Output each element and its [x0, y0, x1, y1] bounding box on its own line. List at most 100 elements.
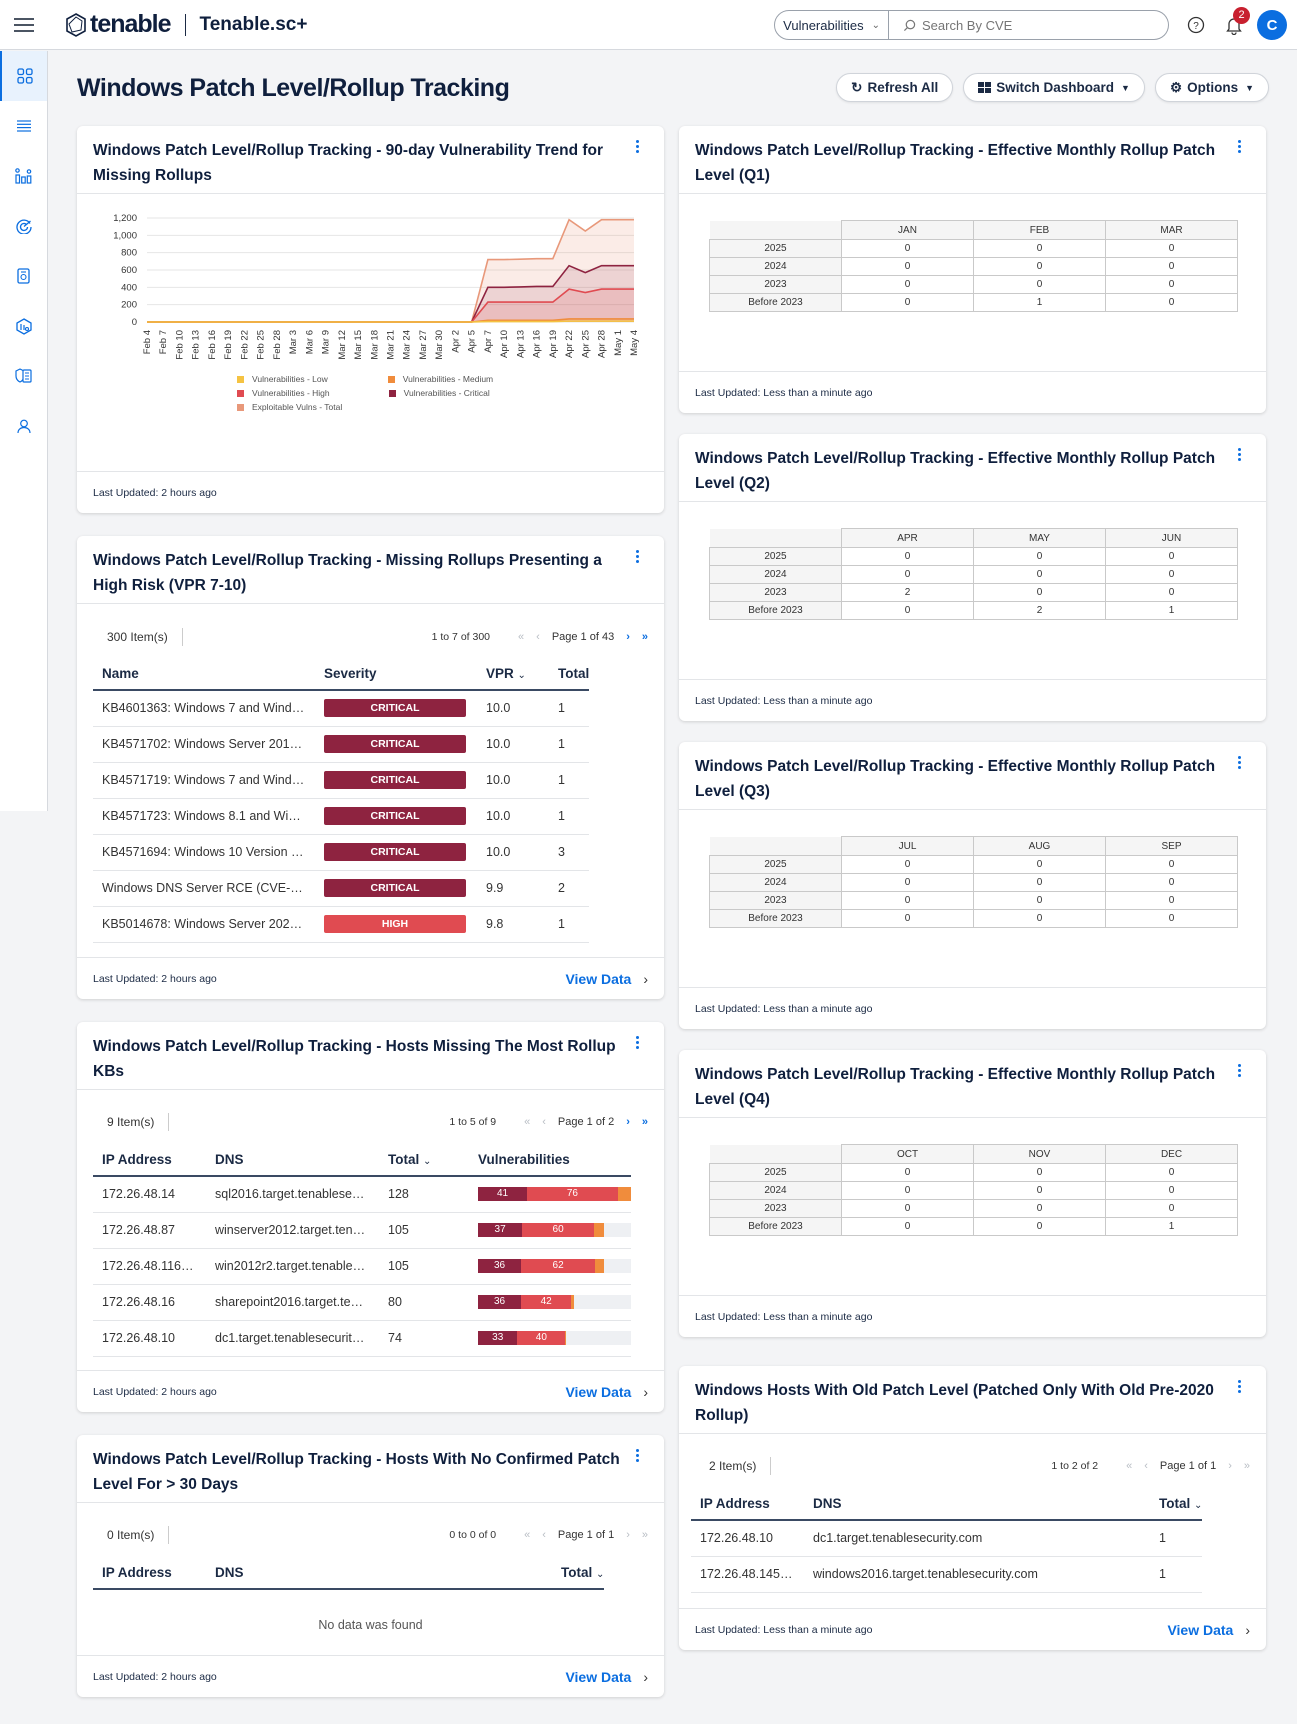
patch-count-cell[interactable]: 0 — [973, 257, 1106, 276]
rollup-name[interactable]: KB4571694: Windows 10 Version … — [93, 834, 315, 871]
patch-count-cell[interactable]: 0 — [1105, 257, 1238, 276]
column-header-ip[interactable]: IP Address — [93, 1144, 206, 1177]
first-page-icon[interactable]: « — [524, 1116, 530, 1128]
more-options-icon[interactable] — [1238, 1380, 1242, 1393]
bar-segment-critical[interactable]: 36 — [478, 1259, 522, 1273]
table-row[interactable]: 172.26.48.87 winserver2012.target.ten… 1… — [93, 1212, 631, 1249]
rollup-name[interactable]: KB4601363: Windows 7 and Wind… — [93, 690, 315, 727]
prev-page-icon[interactable]: ‹ — [542, 1116, 546, 1128]
patch-count-cell[interactable]: 0 — [1105, 855, 1238, 874]
patch-count-cell[interactable]: 0 — [841, 257, 974, 276]
sidebar-item-analytics[interactable] — [0, 151, 47, 201]
patch-count-cell[interactable]: 0 — [973, 275, 1106, 294]
menu-icon[interactable] — [14, 17, 34, 32]
patch-count-cell[interactable]: 0 — [1105, 873, 1238, 892]
search-input[interactable] — [922, 17, 1142, 33]
column-header-dns[interactable]: DNS — [804, 1488, 1150, 1521]
search-box[interactable] — [889, 10, 1169, 40]
legend-item-high[interactable]: Vulnerabilities - High — [237, 386, 330, 400]
patch-count-cell[interactable]: 0 — [1105, 547, 1238, 566]
column-header-total[interactable]: Total ⌄ — [379, 1144, 469, 1177]
table-row[interactable]: KB4601363: Windows 7 and Wind… CRITICAL … — [93, 690, 590, 727]
last-page-icon[interactable]: » — [1244, 1460, 1250, 1472]
ip-address[interactable]: 172.26.48.87 — [93, 1212, 206, 1249]
patch-count-cell[interactable]: 0 — [841, 601, 974, 620]
view-data-link[interactable]: View Data › — [565, 971, 648, 987]
legend-item-low[interactable]: Vulnerabilities - Low — [237, 372, 328, 386]
patch-count-cell[interactable]: 0 — [841, 1163, 974, 1182]
sidebar-item-users[interactable] — [0, 401, 47, 451]
switch-dashboard-button[interactable]: Switch Dashboard ▼ — [963, 73, 1145, 102]
tenable-logo[interactable]: tenable — [64, 10, 172, 39]
refresh-all-button[interactable]: ↻ Refresh All — [836, 73, 954, 102]
patch-count-cell[interactable]: 0 — [841, 891, 974, 910]
patch-count-cell[interactable]: 0 — [1105, 909, 1238, 928]
patch-count-cell[interactable]: 0 — [841, 565, 974, 584]
column-header-severity[interactable]: Severity — [315, 658, 477, 691]
patch-count-cell[interactable]: 0 — [973, 891, 1106, 910]
bar-segment-medium[interactable] — [593, 1223, 604, 1237]
ip-address[interactable]: 172.26.48.10 — [93, 1320, 206, 1357]
patch-count-cell[interactable]: 1 — [1105, 601, 1238, 620]
user-avatar[interactable]: C — [1257, 10, 1287, 40]
help-button[interactable]: ? — [1187, 16, 1205, 34]
column-header-dns[interactable]: DNS — [206, 1144, 379, 1177]
bar-segment-high[interactable]: 62 — [521, 1259, 596, 1273]
patch-count-cell[interactable]: 0 — [1105, 1163, 1238, 1182]
more-options-icon[interactable] — [1238, 140, 1242, 153]
patch-count-cell[interactable]: 0 — [973, 855, 1106, 874]
last-page-icon[interactable]: » — [642, 631, 648, 643]
column-header-dns[interactable]: DNS — [206, 1557, 552, 1590]
column-header-vpr[interactable]: VPR ⌄ — [477, 658, 549, 691]
table-row[interactable]: 172.26.48.10 dc1.target.tenablesecurity.… — [691, 1520, 1203, 1557]
patch-count-cell[interactable]: 0 — [973, 239, 1106, 258]
next-page-icon[interactable]: › — [626, 1529, 630, 1541]
sidebar-item-reports[interactable] — [0, 251, 47, 301]
patch-count-cell[interactable]: 0 — [1105, 891, 1238, 910]
rollup-name[interactable]: KB4571719: Windows 7 and Wind… — [93, 762, 315, 799]
bar-segment-medium[interactable] — [595, 1259, 604, 1273]
bar-segment-critical[interactable]: 36 — [478, 1295, 522, 1309]
patch-count-cell[interactable]: 0 — [1105, 1181, 1238, 1200]
bar-segment-medium[interactable] — [617, 1187, 631, 1202]
prev-page-icon[interactable]: ‹ — [542, 1529, 546, 1541]
legend-item-critical[interactable]: Vulnerabilities - Critical — [388, 386, 490, 400]
sidebar-item-list[interactable] — [0, 101, 47, 151]
patch-count-cell[interactable]: 0 — [973, 565, 1106, 584]
bar-segment-high[interactable]: 76 — [527, 1187, 618, 1202]
table-row[interactable]: KB4571723: Windows 8.1 and Wi… CRITICAL … — [93, 798, 590, 835]
first-page-icon[interactable]: « — [524, 1529, 530, 1541]
more-options-icon[interactable] — [636, 140, 640, 153]
column-header-vulnerabilities[interactable]: Vulnerabilities — [469, 1144, 631, 1177]
table-row[interactable]: 172.26.48.145… windows2016.target.tenabl… — [691, 1556, 1203, 1593]
patch-count-cell[interactable]: 2 — [973, 601, 1106, 620]
patch-count-cell[interactable]: 0 — [841, 1181, 974, 1200]
table-row[interactable]: 172.26.48.16 sharepoint2016.target.te… 8… — [93, 1284, 631, 1321]
ip-address[interactable]: 172.26.48.145… — [691, 1556, 804, 1593]
table-row[interactable]: 172.26.48.116… win2012r2.target.tenable…… — [93, 1248, 631, 1285]
patch-count-cell[interactable]: 0 — [1105, 565, 1238, 584]
patch-count-cell[interactable]: 0 — [973, 1163, 1106, 1182]
first-page-icon[interactable]: « — [1126, 1460, 1132, 1472]
next-page-icon[interactable]: › — [626, 1116, 630, 1128]
ip-address[interactable]: 172.26.48.16 — [93, 1284, 206, 1321]
patch-count-cell[interactable]: 0 — [1105, 239, 1238, 258]
last-page-icon[interactable]: » — [642, 1116, 648, 1128]
column-header-ip[interactable]: IP Address — [691, 1488, 804, 1521]
table-row[interactable]: KB4571702: Windows Server 201… CRITICAL … — [93, 726, 590, 763]
patch-count-cell[interactable]: 0 — [841, 1199, 974, 1218]
patch-count-cell[interactable]: 0 — [973, 1181, 1106, 1200]
bar-segment-medium[interactable] — [571, 1295, 574, 1309]
patch-count-cell[interactable]: 0 — [973, 583, 1106, 602]
bar-segment-high[interactable]: 42 — [521, 1295, 572, 1309]
patch-count-cell[interactable]: 0 — [973, 1199, 1106, 1218]
table-row[interactable]: 172.26.48.14 sql2016.target.tenablese… 1… — [93, 1176, 631, 1213]
patch-count-cell[interactable]: 0 — [841, 855, 974, 874]
patch-count-cell[interactable]: 0 — [841, 909, 974, 928]
view-data-link[interactable]: View Data › — [565, 1669, 648, 1685]
bar-segment-critical[interactable]: 41 — [478, 1187, 527, 1202]
patch-count-cell[interactable]: 0 — [841, 293, 974, 312]
rollup-name[interactable]: KB4571702: Windows Server 201… — [93, 726, 315, 763]
bar-segment-critical[interactable]: 37 — [478, 1223, 523, 1237]
legend-item-medium[interactable]: Vulnerabilities - Medium — [387, 372, 493, 386]
